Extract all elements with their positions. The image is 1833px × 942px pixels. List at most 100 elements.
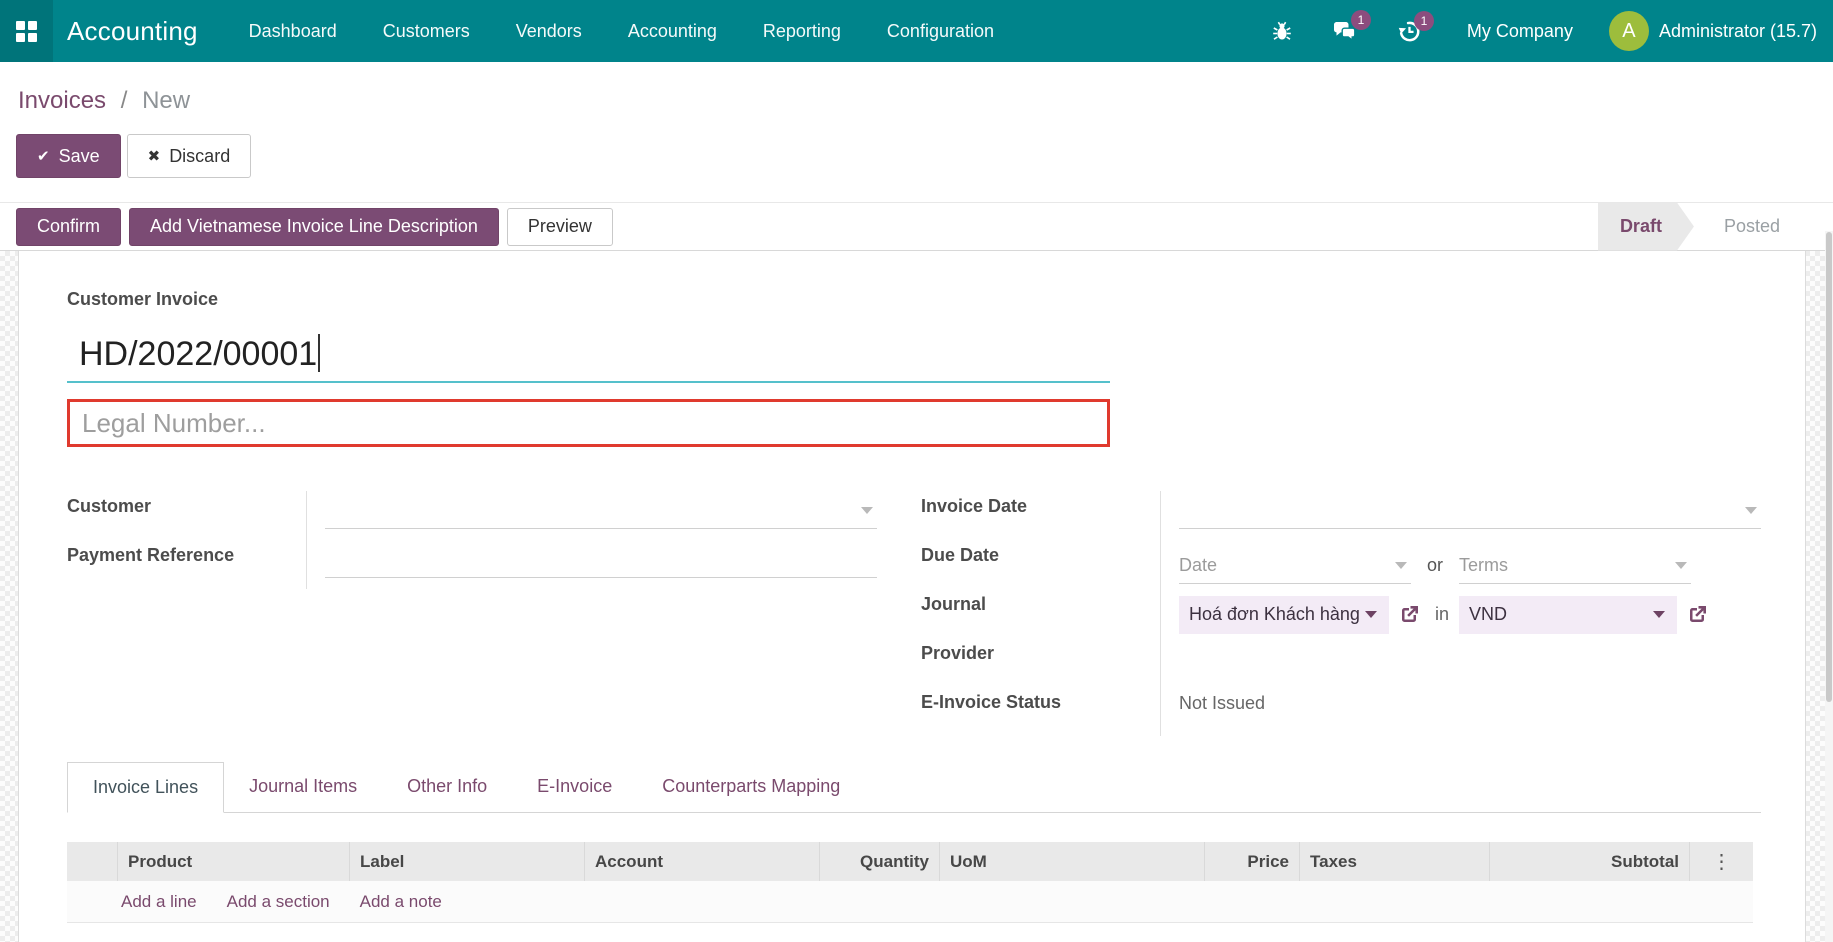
messages-button[interactable]: 1 — [1332, 19, 1358, 43]
add-a-line-link[interactable]: Add a line — [121, 892, 197, 912]
payment-reference-label: Payment Reference — [67, 540, 307, 589]
apps-grid-icon — [16, 21, 37, 42]
col-label: Label — [349, 842, 584, 881]
col-account: Account — [584, 842, 819, 881]
tab-journal-items[interactable]: Journal Items — [224, 762, 382, 812]
menu-reporting[interactable]: Reporting — [740, 0, 864, 62]
record-buttons: ✔ Save ✖ Discard — [16, 134, 1833, 178]
document-type-label: Customer Invoice — [67, 289, 1761, 310]
apps-menu-button[interactable] — [0, 0, 53, 62]
table-header: Product Label Account Quantity UoM Price… — [67, 842, 1753, 881]
tab-invoice-lines[interactable]: Invoice Lines — [67, 762, 224, 813]
scrollbar-thumb[interactable] — [1826, 232, 1832, 702]
breadcrumb-invoices[interactable]: Invoices — [18, 87, 106, 114]
menu-customers[interactable]: Customers — [360, 0, 493, 62]
terms-placeholder: Terms — [1459, 555, 1508, 576]
breadcrumb-new: New — [142, 87, 190, 114]
messages-badge: 1 — [1351, 10, 1371, 30]
notebook-tabs: Invoice Lines Journal Items Other Info E… — [67, 762, 1761, 813]
field-groups: Customer Payment Reference Invoice Date — [67, 491, 1761, 736]
user-menu[interactable]: Administrator (15.7) — [1659, 21, 1817, 42]
chevron-down-icon — [1395, 562, 1407, 569]
due-date-input[interactable]: Date — [1179, 548, 1411, 584]
currency-value: VND — [1469, 604, 1507, 625]
legal-number-input[interactable] — [67, 399, 1110, 447]
col-price: Price — [1204, 842, 1299, 881]
journal-label: Journal — [921, 589, 1161, 638]
einvoice-status-label: E-Invoice Status — [921, 687, 1161, 736]
payment-reference-input[interactable] — [325, 542, 877, 578]
external-link-icon — [1397, 603, 1421, 627]
einvoice-status-value: Not Issued — [1161, 687, 1761, 736]
journal-external-link-button[interactable] — [1397, 603, 1421, 627]
vertical-scrollbar[interactable] — [1825, 231, 1833, 942]
debug-button[interactable] — [1272, 21, 1292, 41]
journal-select[interactable]: Hoá đơn Khách hàng — [1179, 596, 1389, 634]
customer-input[interactable] — [325, 493, 877, 529]
invoice-lines-table: Product Label Account Quantity UoM Price… — [67, 842, 1753, 923]
chevron-down-icon — [1365, 611, 1377, 618]
app-name[interactable]: Accounting — [67, 16, 198, 47]
journal-value: Hoá đơn Khách hàng — [1189, 604, 1360, 625]
right-field-group: Invoice Date Due Date Date or Terms — [921, 491, 1761, 736]
table-add-row: Add a line Add a section Add a note — [67, 881, 1753, 923]
chevron-down-icon — [1745, 507, 1757, 514]
provider-label: Provider — [921, 638, 1161, 687]
state-pipeline: Draft Posted — [1598, 203, 1806, 251]
preview-button[interactable]: Preview — [507, 208, 613, 246]
form-statusbar: Confirm Add Vietnamese Invoice Line Desc… — [0, 203, 1833, 251]
optional-columns-button[interactable]: ⋮ — [1689, 842, 1753, 881]
bug-icon — [1272, 21, 1292, 41]
state-draft[interactable]: Draft — [1598, 203, 1694, 251]
external-link-icon — [1685, 603, 1709, 627]
confirm-button[interactable]: Confirm — [16, 208, 121, 246]
menu-vendors[interactable]: Vendors — [493, 0, 605, 62]
form-view: Customer Invoice HD/2022/00001 Customer … — [0, 251, 1833, 942]
menu-dashboard[interactable]: Dashboard — [226, 0, 360, 62]
add-a-note-link[interactable]: Add a note — [360, 892, 442, 912]
check-icon: ✔ — [37, 147, 50, 165]
col-subtotal: Subtotal — [1489, 842, 1689, 881]
add-vietnamese-description-button[interactable]: Add Vietnamese Invoice Line Description — [129, 208, 499, 246]
in-label: in — [1435, 604, 1449, 625]
col-product: Product — [117, 842, 349, 881]
menu-configuration[interactable]: Configuration — [864, 0, 1017, 62]
col-handle — [67, 842, 117, 881]
payment-terms-input[interactable]: Terms — [1459, 548, 1691, 584]
add-a-section-link[interactable]: Add a section — [227, 892, 330, 912]
currency-external-link-button[interactable] — [1685, 603, 1709, 627]
col-taxes: Taxes — [1299, 842, 1489, 881]
invoice-name-field[interactable]: HD/2022/00001 — [67, 334, 1110, 383]
invoice-date-input[interactable] — [1179, 493, 1761, 529]
state-posted[interactable]: Posted — [1694, 203, 1806, 251]
breadcrumb-separator: / — [121, 87, 128, 114]
due-date-label: Due Date — [921, 540, 1161, 589]
control-panel: Invoices / New ✔ Save ✖ Discard — [0, 62, 1833, 203]
invoice-date-label: Invoice Date — [921, 491, 1161, 540]
user-avatar[interactable]: A — [1609, 11, 1649, 51]
discard-button[interactable]: ✖ Discard — [127, 134, 252, 178]
tab-e-invoice[interactable]: E-Invoice — [512, 762, 637, 812]
text-cursor — [318, 334, 320, 372]
company-switcher[interactable]: My Company — [1467, 21, 1573, 42]
top-menu: Dashboard Customers Vendors Accounting R… — [226, 0, 1017, 62]
customer-label: Customer — [67, 491, 307, 540]
top-navbar: Accounting Dashboard Customers Vendors A… — [0, 0, 1833, 62]
invoice-name-value: HD/2022/00001 — [79, 335, 317, 373]
tab-counterparts-mapping[interactable]: Counterparts Mapping — [637, 762, 865, 812]
topbar-right: 1 1 My Company A Administrator (15.7) — [1252, 11, 1833, 51]
activities-button[interactable]: 1 — [1398, 20, 1421, 43]
or-label: or — [1427, 555, 1443, 576]
chevron-down-icon — [861, 507, 873, 514]
menu-accounting[interactable]: Accounting — [605, 0, 740, 62]
currency-select[interactable]: VND — [1459, 596, 1677, 634]
chevron-down-icon — [1653, 611, 1665, 618]
save-button[interactable]: ✔ Save — [16, 134, 121, 178]
provider-value[interactable] — [1161, 638, 1761, 687]
form-sheet: Customer Invoice HD/2022/00001 Customer … — [18, 251, 1806, 942]
x-icon: ✖ — [148, 147, 161, 165]
save-label: Save — [59, 146, 100, 167]
tab-other-info[interactable]: Other Info — [382, 762, 512, 812]
chevron-down-icon — [1675, 562, 1687, 569]
left-field-group: Customer Payment Reference — [67, 491, 877, 736]
